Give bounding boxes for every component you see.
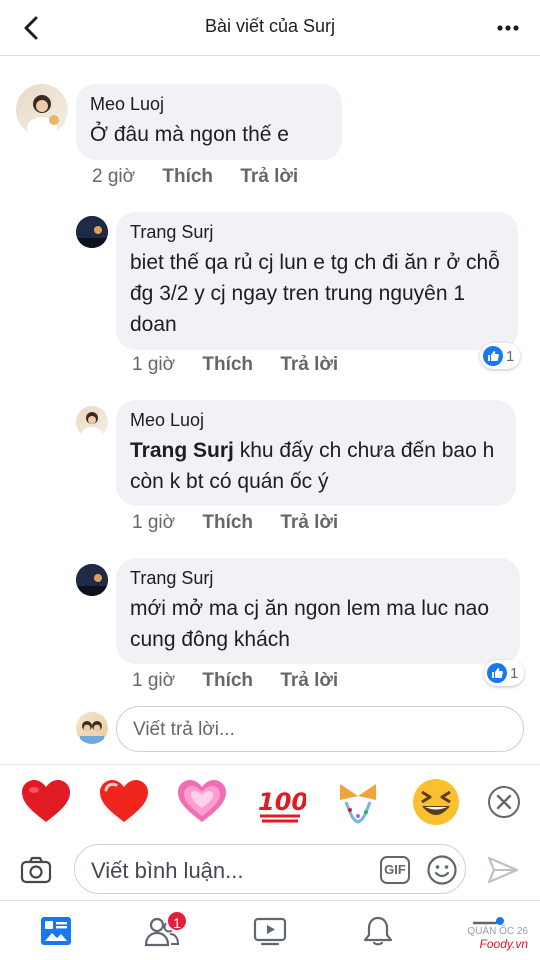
reaction-number: 1: [506, 347, 515, 365]
reaction-count[interactable]: 1: [480, 343, 521, 369]
comment-meta: 1 giờ Thích Trả lời: [132, 670, 360, 692]
party-popper-icon[interactable]: [332, 776, 384, 828]
comment-time: 1 giờ: [132, 670, 176, 691]
comment-bubble: Trang Surj mới mở ma cj ăn ngon lem ma l…: [116, 558, 520, 664]
comment-text: Ở đâu mà ngon thế e: [90, 123, 289, 146]
user-photo-icon: [82, 412, 102, 438]
user-photo-icon: [27, 95, 59, 136]
comment-meta: 1 giờ Thích Trả lời: [132, 354, 360, 376]
news-feed-icon[interactable]: [38, 915, 74, 947]
comment-meta: 2 giờ Thích Trả lời: [92, 166, 320, 188]
comment-author[interactable]: Meo Luoj: [130, 410, 502, 431]
comment-composer: Viết bình luận...: [0, 840, 540, 900]
watermark: QUÁN ỐC 26 Foody.vn: [467, 926, 528, 950]
close-emoji-bar-button[interactable]: [488, 786, 520, 818]
reaction-number: 1: [510, 664, 519, 682]
sticker-emoji-icon[interactable]: [426, 854, 458, 886]
sparkling-heart-icon[interactable]: [176, 776, 228, 828]
comment-author[interactable]: Trang Surj: [130, 568, 506, 589]
like-button[interactable]: Thích: [202, 512, 253, 533]
comment-time: 1 giờ: [132, 512, 176, 533]
comment-author[interactable]: Trang Surj: [130, 222, 504, 243]
mention-tag[interactable]: Trang Surj: [130, 439, 234, 462]
red-heart-icon[interactable]: [20, 776, 72, 828]
comment-time: 2 giờ: [92, 166, 136, 187]
watch-video-icon[interactable]: [252, 915, 288, 947]
like-reaction-icon: [483, 346, 503, 366]
watermark-logo: Foody.vn: [479, 937, 528, 951]
like-button[interactable]: Thích: [202, 354, 253, 375]
avatar[interactable]: [76, 406, 108, 438]
avatar[interactable]: [16, 84, 68, 136]
notifications-bell-icon[interactable]: [360, 915, 396, 947]
like-button[interactable]: Thích: [162, 166, 213, 187]
top-bar: Bài viết của Surj: [0, 0, 540, 56]
reaction-count[interactable]: 1: [484, 660, 525, 686]
svg-text:100: 100: [258, 788, 306, 816]
user-photo-icon: [76, 216, 108, 248]
comment-time: 1 giờ: [132, 354, 176, 375]
comment-bubble: Trang Surj biet thế qa rủ cj lun e tg ch…: [116, 212, 518, 350]
comment-text: Trang Surj khu đấy ch chưa đến bao h còn…: [130, 435, 502, 497]
more-options-icon[interactable]: [494, 14, 522, 42]
reply-button[interactable]: Trả lời: [280, 512, 338, 533]
heavy-heart-icon[interactable]: [98, 776, 150, 828]
user-photo-icon: [80, 721, 104, 744]
close-icon: [496, 794, 512, 810]
hundred-points-icon[interactable]: 100: [254, 776, 306, 828]
avatar[interactable]: [76, 216, 108, 248]
reply-button[interactable]: Trả lời: [280, 670, 338, 691]
camera-icon[interactable]: [20, 854, 52, 886]
like-reaction-icon: [487, 663, 507, 683]
user-photo-icon: [76, 564, 108, 596]
grinning-squinting-face-icon[interactable]: [410, 776, 462, 828]
send-icon[interactable]: [486, 854, 520, 886]
comment-text: mới mở ma cj ăn ngon lem ma luc nao cung…: [130, 597, 490, 651]
like-button[interactable]: Thích: [202, 670, 253, 691]
comment-meta: 1 giờ Thích Trả lời: [132, 512, 360, 534]
page-title: Bài viết của Surj: [204, 16, 336, 36]
comment-author[interactable]: Meo Luoj: [90, 94, 328, 115]
comment-bubble: Meo Luoj Ở đâu mà ngon thế e: [76, 84, 342, 160]
friends-notification-badge: 1: [166, 910, 188, 932]
gif-button[interactable]: GIF: [380, 856, 410, 884]
comment-bubble: Meo Luoj Trang Surj khu đấy ch chưa đến …: [116, 400, 516, 506]
reply-button[interactable]: Trả lời: [240, 166, 298, 187]
avatar[interactable]: [76, 564, 108, 596]
reply-button[interactable]: Trả lời: [280, 354, 338, 375]
comment-text: biet thế qa rủ cj lun e tg ch đi ăn r ở …: [130, 251, 500, 336]
current-user-avatar[interactable]: [76, 712, 108, 744]
reply-input[interactable]: Viết trả lời...: [116, 706, 524, 752]
bottom-nav: [0, 900, 540, 960]
